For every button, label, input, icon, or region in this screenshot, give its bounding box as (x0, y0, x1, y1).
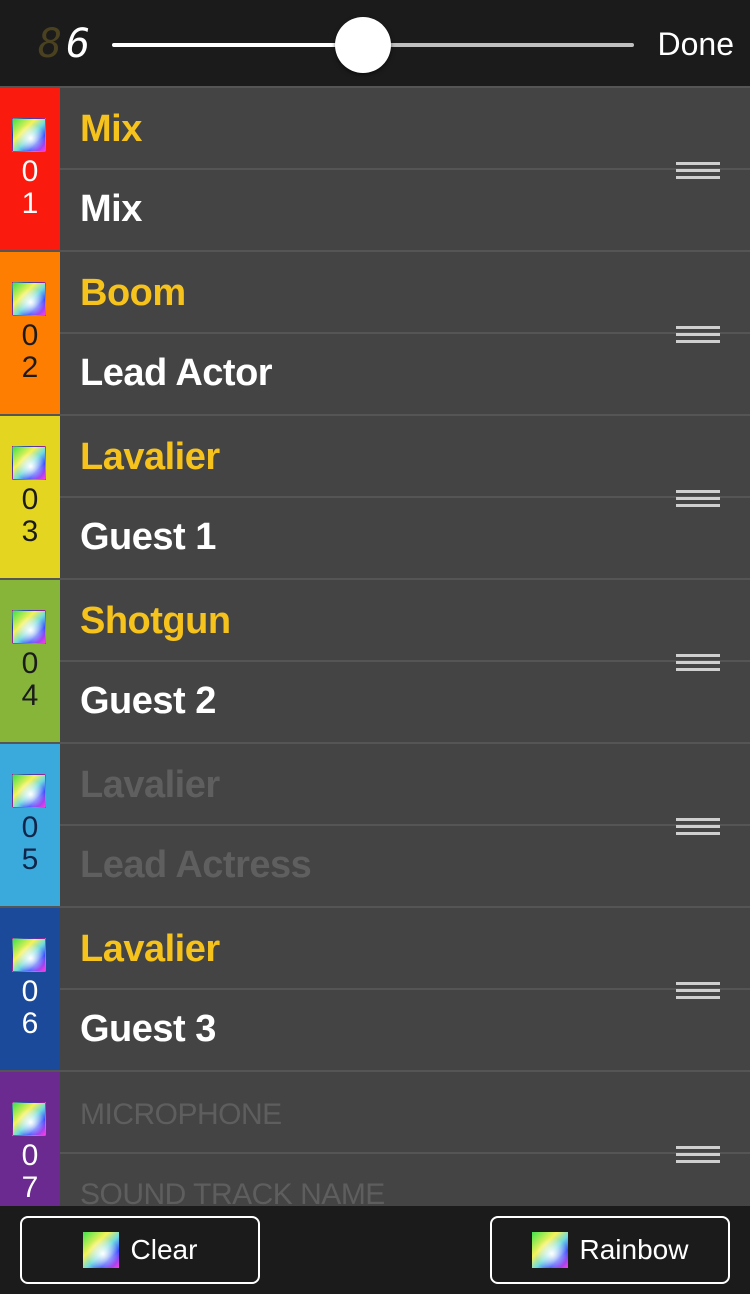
track-count-slider-thumb[interactable] (334, 17, 391, 73)
track-count-digit-tens: 8 (38, 21, 63, 67)
microphone-field[interactable]: MICROPHONE (80, 1098, 282, 1132)
reorder-handle-icon[interactable] (676, 162, 720, 179)
reorder-handle-icon[interactable] (676, 326, 720, 343)
track-color-bar: 0 2 (0, 252, 60, 414)
track-color-bar: 0 6 (0, 908, 60, 1070)
row-divider (60, 496, 750, 498)
microphone-field[interactable]: Lavalier (80, 436, 220, 479)
color-picker-icon (531, 1232, 568, 1268)
microphone-field[interactable]: Lavalier (80, 764, 220, 807)
color-picker-icon[interactable] (12, 938, 46, 972)
color-picker-icon[interactable] (12, 1102, 46, 1136)
reorder-handle-icon[interactable] (676, 654, 720, 671)
track-number-digit: 1 (21, 187, 39, 220)
track-color-bar: 0 7 (0, 1072, 60, 1206)
track-color-bar: 0 1 (0, 88, 60, 250)
track-number-digit: 3 (21, 515, 39, 548)
track-name-field[interactable]: Guest 1 (80, 516, 216, 559)
track-number-digit: 4 (21, 679, 39, 712)
track-row[interactable]: 0 1 Mix Mix (0, 88, 750, 252)
track-count-digit-ones: 6 (66, 21, 91, 67)
row-divider (60, 332, 750, 334)
track-color-bar: 0 3 (0, 416, 60, 578)
track-row[interactable]: 0 3 Lavalier Guest 1 (0, 416, 750, 580)
row-divider (60, 824, 750, 826)
track-number: 0 6 (0, 976, 60, 1040)
track-number-digit: 0 (21, 319, 39, 352)
track-number-digit: 5 (21, 843, 39, 876)
row-divider (60, 660, 750, 662)
row-divider (60, 1152, 750, 1154)
track-number-digit: 0 (21, 647, 39, 680)
clear-button[interactable]: Clear (20, 1216, 260, 1284)
track-name-field[interactable]: Lead Actress (80, 844, 312, 887)
track-name-field[interactable]: SOUND TRACK NAME (80, 1178, 385, 1206)
microphone-field[interactable]: Mix (80, 108, 142, 151)
color-picker-icon (82, 1232, 119, 1268)
color-picker-icon[interactable] (12, 774, 46, 808)
bottom-toolbar: Clear Rainbow (0, 1206, 750, 1294)
track-number-digit: 0 (21, 155, 39, 188)
microphone-field[interactable]: Boom (80, 272, 186, 315)
track-color-bar: 0 4 (0, 580, 60, 742)
track-row[interactable]: 0 6 Lavalier Guest 3 (0, 908, 750, 1072)
track-number-digit: 0 (21, 483, 39, 516)
microphone-field[interactable]: Lavalier (80, 928, 220, 971)
track-number-digit: 6 (21, 1007, 39, 1040)
color-picker-icon[interactable] (12, 446, 46, 480)
track-name-field[interactable]: Guest 3 (80, 1008, 216, 1051)
track-count-display: 8 6 (38, 24, 96, 64)
row-divider (60, 168, 750, 170)
track-row[interactable]: 0 4 Shotgun Guest 2 (0, 580, 750, 744)
slider-track-filled[interactable] (112, 43, 363, 47)
rainbow-button[interactable]: Rainbow (490, 1216, 730, 1284)
track-number-digit: 0 (21, 811, 39, 844)
track-color-bar: 0 5 (0, 744, 60, 906)
microphone-field[interactable]: Shotgun (80, 600, 231, 643)
track-number: 0 1 (0, 156, 60, 220)
track-name-field[interactable]: Mix (80, 188, 142, 231)
clear-button-label: Clear (130, 1234, 198, 1265)
track-number-digit: 0 (21, 975, 39, 1008)
rainbow-button-label: Rainbow (579, 1234, 689, 1265)
reorder-handle-icon[interactable] (676, 818, 720, 835)
reorder-handle-icon[interactable] (676, 982, 720, 999)
track-number: 0 3 (0, 484, 60, 548)
track-name-field[interactable]: Guest 2 (80, 680, 216, 723)
track-number: 0 2 (0, 320, 60, 384)
track-list[interactable]: 0 1 Mix Mix 0 2 Boom Lead Actor 0 3 Lava… (0, 88, 750, 1206)
track-row[interactable]: 0 2 Boom Lead Actor (0, 252, 750, 416)
track-number-digit: 0 (21, 1139, 39, 1172)
color-picker-icon[interactable] (12, 282, 46, 316)
reorder-handle-icon[interactable] (676, 490, 720, 507)
track-number: 0 4 (0, 648, 60, 712)
track-number-digit: 7 (21, 1171, 39, 1204)
track-number: 0 7 (0, 1140, 60, 1204)
track-number-digit: 2 (21, 351, 39, 384)
track-row[interactable]: 0 7 MICROPHONE SOUND TRACK NAME (0, 1072, 750, 1206)
track-row[interactable]: 0 5 Lavalier Lead Actress (0, 744, 750, 908)
color-picker-icon[interactable] (12, 118, 46, 152)
track-name-field[interactable]: Lead Actor (80, 352, 273, 395)
top-bar: 8 6 Done (0, 0, 750, 88)
color-picker-icon[interactable] (12, 610, 46, 644)
track-number: 0 5 (0, 812, 60, 876)
reorder-handle-icon[interactable] (676, 1146, 720, 1163)
slider-track-empty[interactable] (362, 43, 634, 47)
done-button[interactable]: Done (658, 24, 735, 64)
row-divider (60, 988, 750, 990)
